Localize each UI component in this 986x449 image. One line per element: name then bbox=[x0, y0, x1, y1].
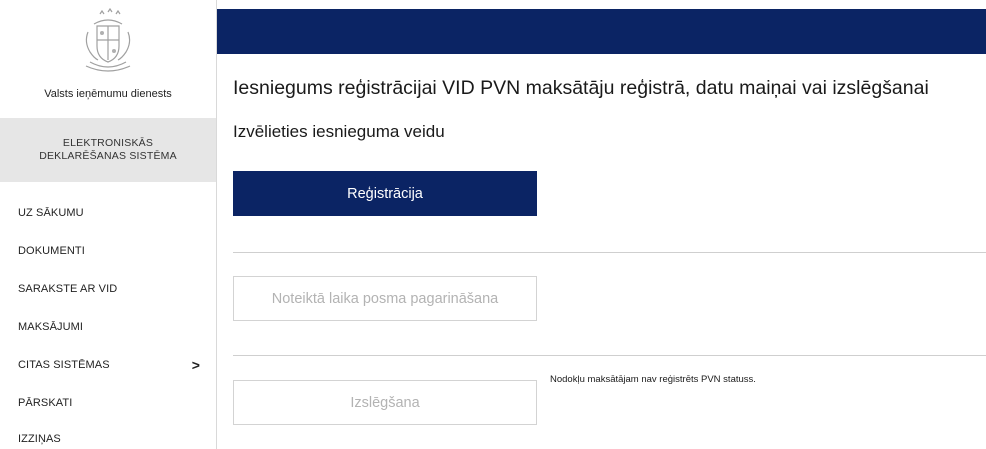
nav-item-other-systems[interactable]: CITAS SISTĒMAS > bbox=[18, 357, 208, 373]
page-title: Iesniegums reģistrācijai VID PVN maksātā… bbox=[233, 77, 929, 99]
removal-button: Izslēgšana bbox=[233, 380, 537, 425]
nav-item-reports[interactable]: PĀRSKATI bbox=[18, 397, 208, 409]
nav-item-documents[interactable]: DOKUMENTI bbox=[18, 245, 208, 257]
divider bbox=[233, 252, 986, 253]
coat-of-arms-icon bbox=[85, 7, 131, 72]
nav-item-payments[interactable]: MAKSĀJUMI bbox=[18, 321, 208, 333]
period-extension-button: Noteiktā laika posma pagarināšana bbox=[233, 276, 537, 321]
nav-item-home[interactable]: UZ SĀKUMU bbox=[18, 207, 208, 219]
application-type-label: Izvēlieties iesnieguma veidu bbox=[233, 122, 445, 141]
registration-button[interactable]: Reģistrācija bbox=[233, 171, 537, 216]
eds-label-line2: DEKLARĒŠANAS SISTĒMA bbox=[39, 150, 177, 162]
vat-status-note: Nodokļu maksātājam nav reģistrēts PVN st… bbox=[550, 374, 756, 385]
nav-item-correspondence[interactable]: SARAKSTE AR VID bbox=[18, 283, 208, 295]
eds-system-label: ELEKTRONISKĀS DEKLARĒŠANAS SISTĒMA bbox=[0, 118, 216, 182]
nav-item-certificates[interactable]: IZZIŅAS bbox=[18, 433, 208, 445]
org-name: Valsts ieņēmumu dienests bbox=[44, 88, 172, 100]
sidebar: Valsts ieņēmumu dienests ELEKTRONISKĀS D… bbox=[0, 0, 217, 449]
top-header-bar bbox=[217, 9, 986, 54]
nav-item-other-systems-label: CITAS SISTĒMAS bbox=[18, 359, 110, 371]
eds-label-line1: ELEKTRONISKĀS bbox=[62, 137, 154, 149]
divider bbox=[233, 355, 986, 356]
chevron-right-icon: > bbox=[191, 357, 200, 373]
logo-block: Valsts ieņēmumu dienests bbox=[0, 0, 216, 117]
